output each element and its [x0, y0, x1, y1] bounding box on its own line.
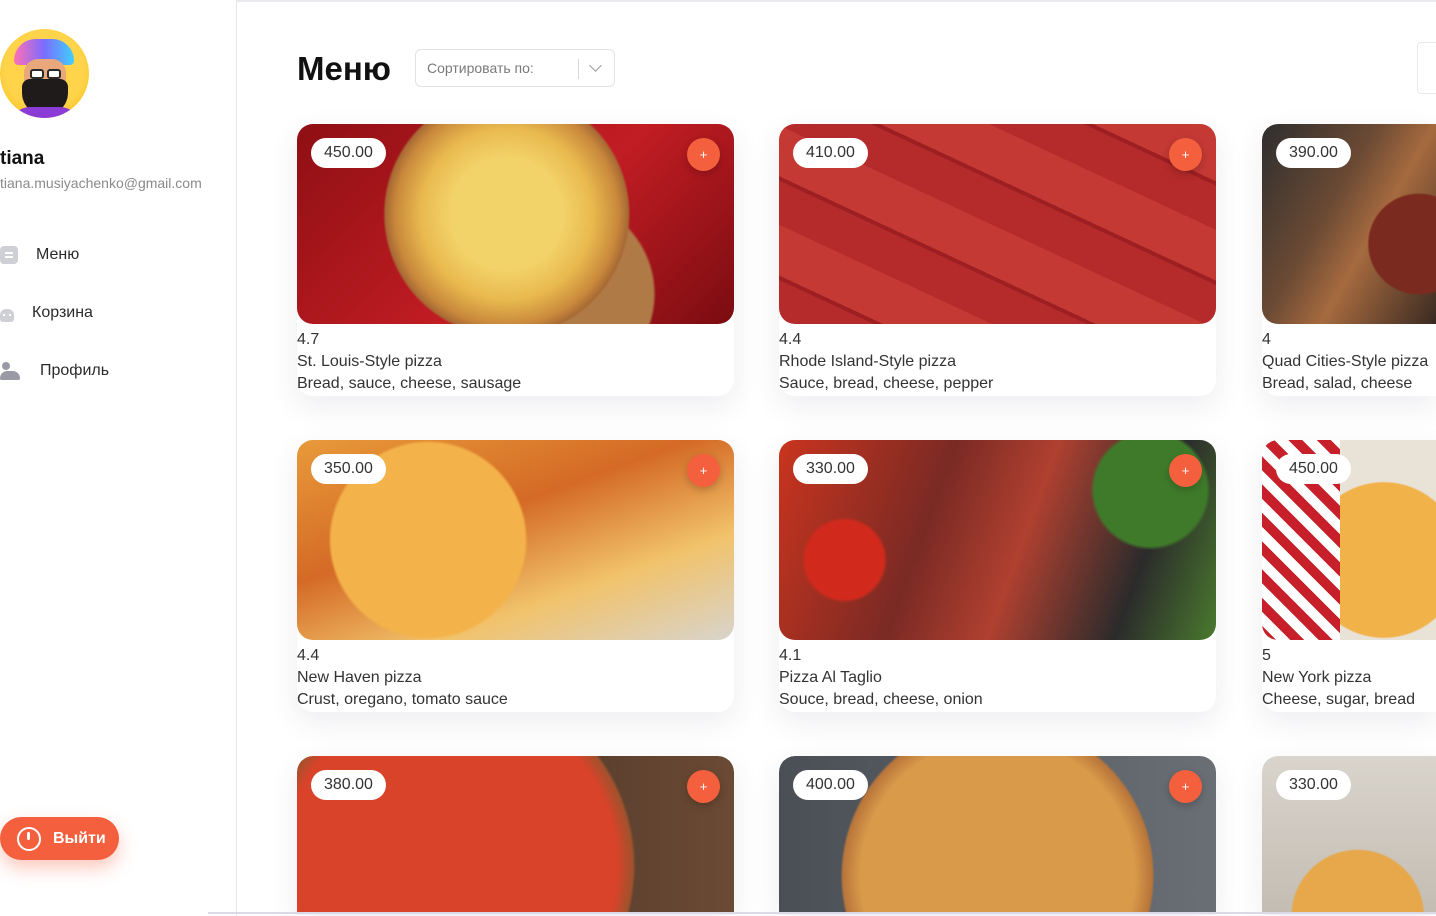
- price-badge: 450.00: [1276, 454, 1351, 484]
- price-badge: 390.00: [1276, 138, 1351, 168]
- product-card[interactable]: 410.00 + 4.4 Rhode Island-Style pizza Sa…: [779, 124, 1216, 396]
- product-description: Sauce, bread, cheese, pepper: [779, 375, 994, 392]
- product-description: Bread, salad, cheese: [1262, 375, 1413, 392]
- product-title: New Haven pizza: [297, 669, 422, 686]
- price-badge: 380.00: [311, 770, 386, 800]
- product-rating: 4.1: [779, 647, 802, 664]
- product-title: New York pizza: [1262, 669, 1372, 686]
- product-card[interactable]: 330.00: [1262, 756, 1436, 914]
- sidebar-item-cart[interactable]: Корзина: [0, 301, 93, 325]
- add-to-cart-button[interactable]: +: [687, 454, 720, 487]
- user-email: tiana.musiyachenko@gmail.com: [0, 175, 202, 191]
- sidebar-item-profile[interactable]: Профиль: [0, 359, 109, 383]
- avatar-body: [10, 107, 80, 118]
- product-rating: 4: [1262, 331, 1271, 348]
- product-description: Cheese, sugar, bread: [1262, 691, 1415, 708]
- sidebar-item-label: Корзина: [32, 304, 93, 321]
- price-badge: 400.00: [793, 770, 868, 800]
- avatar[interactable]: [0, 29, 89, 118]
- avatar-glasses-right: [47, 69, 61, 79]
- product-card[interactable]: 390.00 4 Quad Cities-Style pizza Bread, …: [1262, 124, 1436, 396]
- sidebar-item-label: Меню: [36, 246, 80, 263]
- product-description: Crust, oregano, tomato sauce: [297, 691, 508, 708]
- sidebar-item-label: Профиль: [40, 362, 110, 379]
- product-card[interactable]: 350.00 + 4.4 New Haven pizza Crust, oreg…: [297, 440, 734, 712]
- search-box[interactable]: [1417, 42, 1436, 94]
- sort-placeholder: Сортировать по:: [427, 60, 534, 76]
- add-to-cart-button[interactable]: +: [687, 138, 720, 171]
- product-description: Bread, sauce, cheese, sausage: [297, 375, 522, 392]
- add-to-cart-button[interactable]: +: [1169, 454, 1202, 487]
- product-title: Rhode Island-Style pizza: [779, 353, 956, 370]
- sort-separator: [578, 59, 579, 79]
- product-title: Pizza Al Taglio: [779, 669, 882, 686]
- menu-icon: [0, 246, 18, 264]
- product-title: St. Louis-Style pizza: [297, 353, 442, 370]
- logout-button[interactable]: Выйти: [0, 817, 119, 860]
- product-card[interactable]: 380.00 +: [297, 756, 734, 914]
- price-badge: 330.00: [793, 454, 868, 484]
- add-to-cart-button[interactable]: +: [1169, 138, 1202, 171]
- user-name: tiana: [0, 148, 45, 169]
- product-rating: 4.4: [779, 331, 802, 348]
- profile-icon: [0, 361, 22, 381]
- sidebar: tiana tiana.musiyachenko@gmail.com Меню …: [0, 0, 237, 916]
- price-badge: 330.00: [1276, 770, 1351, 800]
- product-card[interactable]: 400.00 +: [779, 756, 1216, 914]
- price-badge: 410.00: [793, 138, 868, 168]
- bottom-divider: [208, 912, 1436, 914]
- product-card[interactable]: 450.00 5 New York pizza Cheese, sugar, b…: [1262, 440, 1436, 712]
- sort-select[interactable]: Сортировать по:: [415, 49, 615, 87]
- power-icon: [17, 826, 41, 851]
- add-to-cart-button[interactable]: +: [1169, 770, 1202, 803]
- price-badge: 450.00: [311, 138, 386, 168]
- product-description: Souce, bread, cheese, onion: [779, 691, 983, 708]
- product-card[interactable]: 330.00 + 4.1 Pizza Al Taglio Souce, brea…: [779, 440, 1216, 712]
- chevron-down-icon: [589, 59, 602, 72]
- product-rating: 4.4: [297, 647, 320, 664]
- product-rating: 5: [1262, 647, 1271, 664]
- sidebar-item-menu[interactable]: Меню: [0, 243, 79, 267]
- top-divider: [237, 0, 1436, 2]
- cart-icon: [0, 308, 14, 322]
- product-rating: 4.7: [297, 331, 320, 348]
- add-to-cart-button[interactable]: +: [687, 770, 720, 803]
- price-badge: 350.00: [311, 454, 386, 484]
- product-card[interactable]: 450.00 + 4.7 St. Louis-Style pizza Bread…: [297, 124, 734, 396]
- logout-label: Выйти: [53, 829, 106, 847]
- product-title: Quad Cities-Style pizza: [1262, 353, 1429, 370]
- page-title: Меню: [297, 50, 391, 87]
- avatar-glasses-left: [30, 69, 44, 79]
